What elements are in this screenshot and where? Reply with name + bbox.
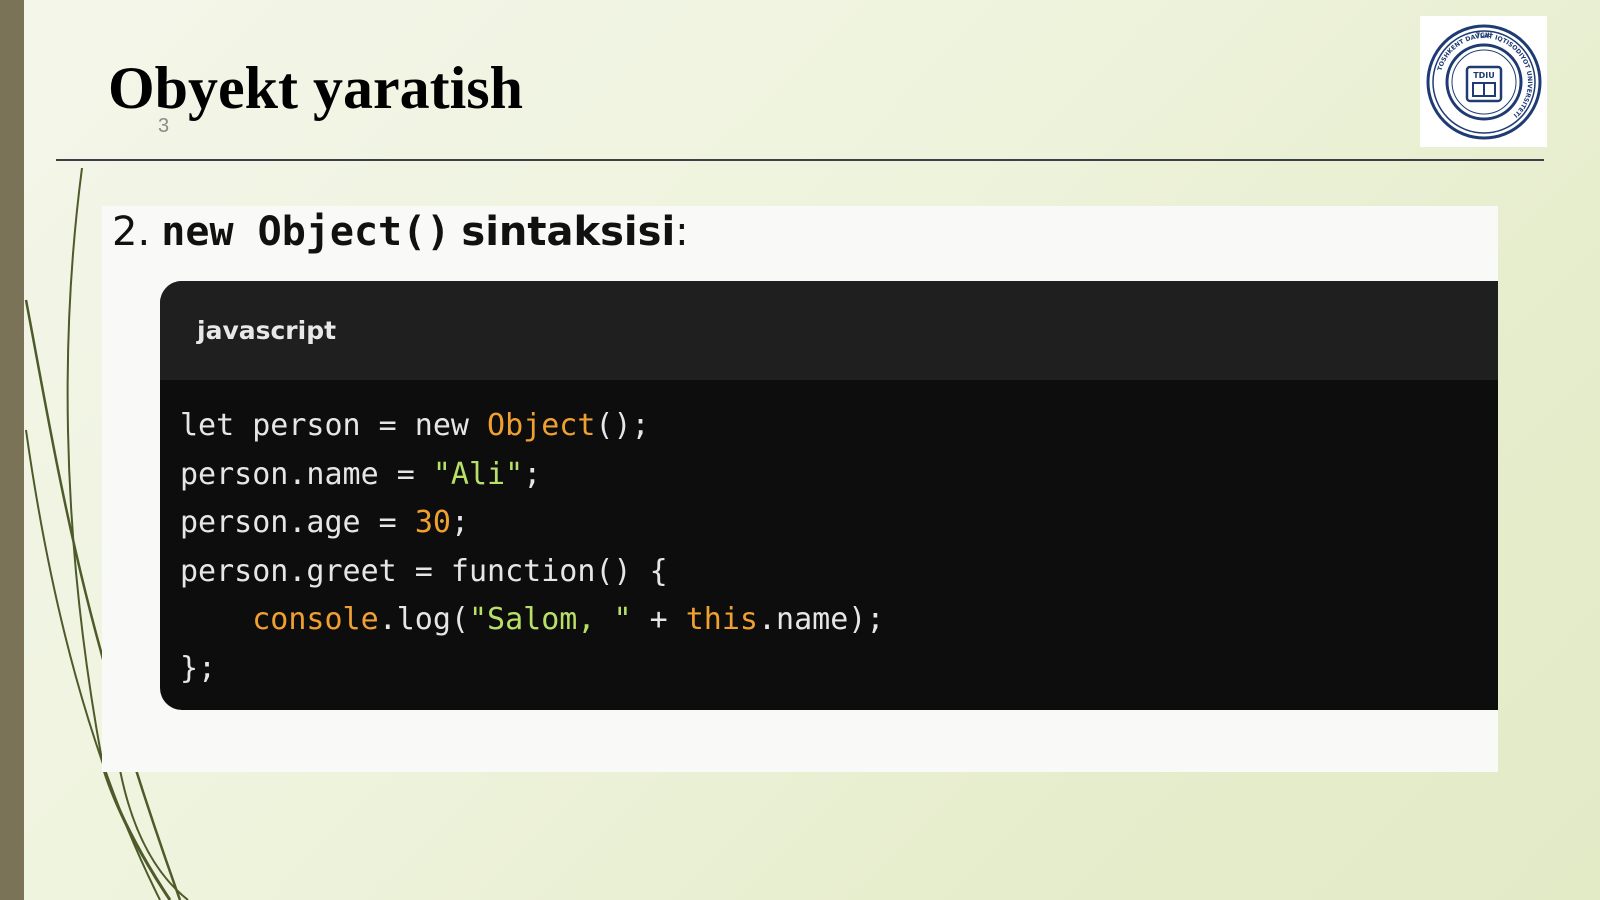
slide-number: 3: [158, 115, 170, 137]
section-heading: 2. new Object() sintaksisi:: [112, 207, 689, 257]
code-token: ;: [523, 456, 542, 492]
code-token: person.age =: [180, 505, 415, 540]
code-language-label: javascript: [160, 281, 1498, 380]
code-line: let person = new Object();: [180, 402, 1498, 451]
section-number: 2.: [112, 209, 151, 255]
code-line: };: [180, 645, 1498, 694]
code-token: ();: [595, 408, 650, 443]
section-word: sintaksisi: [461, 209, 676, 255]
section-colon: :: [675, 209, 689, 255]
code-token: 30: [414, 505, 451, 540]
university-seal-icon: TGIU TDIU TOSHKENT DAVLAT IQTISODIYOT UN…: [1426, 24, 1541, 139]
svg-text:TDIU: TDIU: [1473, 71, 1495, 80]
slide-title: Obyekt yaratish: [108, 55, 524, 121]
code-line: person.greet = function() {: [180, 548, 1498, 597]
code-token: };: [180, 650, 217, 686]
code-token: +: [631, 602, 686, 637]
code-token: "Salom, ": [469, 602, 632, 637]
code-token: .name);: [758, 602, 885, 637]
code-line: console.log("Salom, " + this.name);: [180, 596, 1498, 645]
section-code: new Object(): [161, 209, 451, 255]
code-token: this: [685, 602, 758, 637]
university-logo: TGIU TDIU TOSHKENT DAVLAT IQTISODIYOT UN…: [1420, 16, 1547, 147]
code-token: Object: [487, 408, 596, 443]
code-body[interactable]: let person = new Object(); person.name = …: [160, 380, 1498, 693]
code-token: let person = new: [180, 408, 488, 443]
code-line: person.age = 30;: [180, 499, 1498, 548]
code-token: person.greet = function() {: [180, 553, 668, 589]
code-line: person.name = "Ali";: [180, 451, 1498, 500]
code-token: ;: [450, 505, 469, 540]
code-token: "Ali": [432, 456, 524, 492]
code-token: console: [252, 602, 379, 637]
code-token: person.name =: [180, 456, 433, 492]
code-block: javascript let person = new Object(); per…: [160, 281, 1498, 710]
title-divider: [56, 159, 1544, 161]
code-token: .log(: [378, 602, 469, 637]
